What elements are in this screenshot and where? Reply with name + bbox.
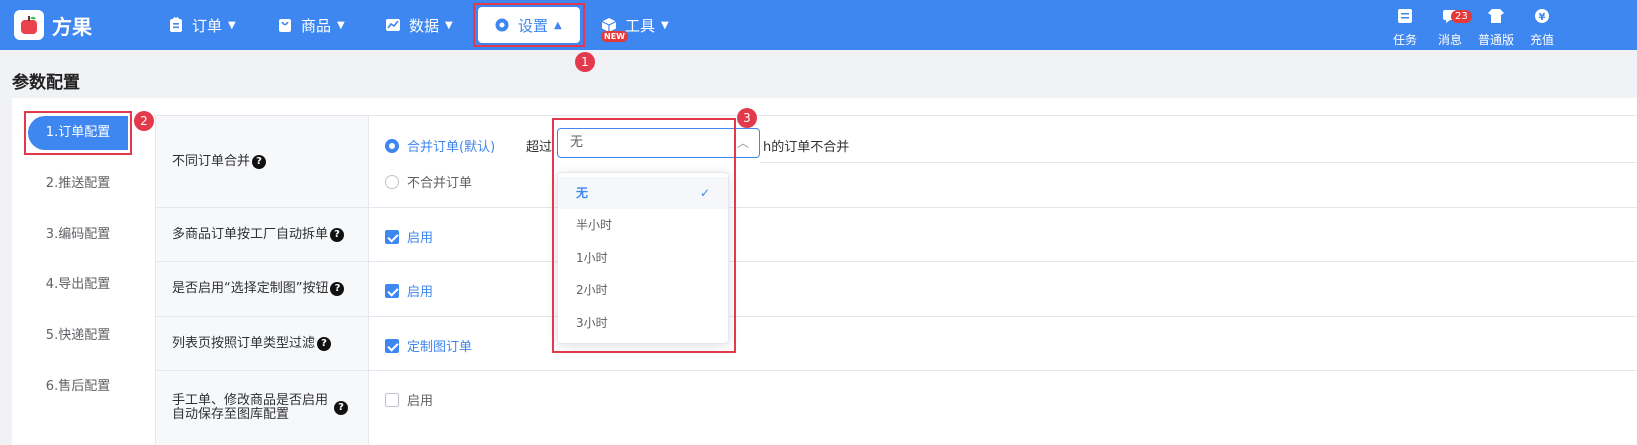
- checkbox-custom-image-button-label: 启用: [407, 285, 434, 300]
- caret-down-icon: ▼: [661, 19, 669, 31]
- sidebar-item-export-config[interactable]: 4.导出配置: [28, 268, 128, 302]
- checkbox-autosave[interactable]: 启用: [385, 390, 433, 409]
- merge-suffix-text: h的订单不合并: [763, 140, 850, 155]
- radio-no-merge[interactable]: 不合并订单: [385, 172, 472, 191]
- label-autosave-line1: 手工单、修改商品是否启用: [172, 393, 329, 408]
- radio-unchecked-icon: [385, 174, 399, 189]
- tool-recharge-label: 充值: [1529, 33, 1554, 47]
- nav-orders[interactable]: 订单 ▼: [168, 7, 236, 43]
- annotation-badge-1: 1: [575, 52, 595, 72]
- nav-tools-label: 工具: [625, 16, 656, 35]
- annotation-badge-2: 2: [134, 111, 154, 131]
- logo-icon: [14, 10, 44, 40]
- label-custom-image-button: 是否启用“选择定制图”按钮?: [155, 262, 369, 316]
- nav-products-label: 商品: [301, 16, 332, 35]
- chart-icon: [386, 19, 400, 31]
- caret-down-icon: ▼: [228, 19, 236, 31]
- sidebar-item-express-config[interactable]: 5.快递配置: [28, 319, 128, 353]
- checkbox-auto-split-label: 启用: [407, 231, 434, 246]
- tool-tasks[interactable]: 任务: [1385, 8, 1425, 48]
- nav-products[interactable]: 商品 ▼: [277, 7, 345, 43]
- tool-messages[interactable]: 23 消息: [1430, 8, 1472, 48]
- sidebar-item-code-config[interactable]: 3.编码配置: [28, 218, 128, 252]
- annotation-frame-1: [473, 3, 585, 47]
- app-name: 方果: [52, 14, 92, 39]
- nav-tools[interactable]: 工具 ▼ NEW: [601, 7, 669, 43]
- radio-no-merge-label: 不合并订单: [407, 176, 473, 191]
- help-icon[interactable]: ?: [330, 282, 345, 296]
- row-autosave: 手工单、修改商品是否启用 自动保存至图库配置 ? 启用: [155, 370, 1637, 445]
- yuan-icon: ¥: [1535, 9, 1549, 23]
- logo[interactable]: 方果: [14, 10, 92, 40]
- nav-data[interactable]: 数据 ▼: [385, 7, 453, 43]
- checkbox-autosave-label: 启用: [407, 394, 434, 409]
- tasks-icon: [1398, 9, 1412, 23]
- page-title: 参数配置: [12, 73, 80, 93]
- checkbox-custom-image-button[interactable]: 启用: [385, 281, 433, 300]
- label-autosave-line2: 自动保存至图库配置: [172, 407, 290, 422]
- sidebar-item-aftersale-config[interactable]: 6.售后配置: [28, 370, 128, 404]
- chevron-up-icon: ︿: [736, 136, 749, 150]
- tool-messages-label: 消息: [1437, 33, 1462, 47]
- top-navbar: 方果 订单 ▼ 商品 ▼ 数据 ▼ 设置 ▲ 工具 ▼ NEW 任务 23 消息…: [0, 0, 1637, 50]
- checkbox-checked-icon: [385, 338, 399, 353]
- message-count-badge: 23: [1451, 10, 1472, 23]
- checkbox-type-filter[interactable]: 定制图订单: [385, 336, 472, 355]
- row-auto-split: 多商品订单按工厂自动拆单? 启用: [155, 207, 1637, 261]
- checkbox-auto-split[interactable]: 启用: [385, 227, 433, 246]
- help-icon[interactable]: ?: [317, 336, 332, 351]
- row-custom-image-button: 是否启用“选择定制图”按钮? 启用: [155, 261, 1637, 316]
- label-order-merge: 不同订单合并?: [155, 116, 369, 207]
- row-type-filter: 列表页按照订单类型过滤? 定制图订单: [155, 316, 1637, 370]
- shirt-icon: [1488, 9, 1504, 23]
- label-type-filter: 列表页按照订单类型过滤?: [155, 317, 369, 370]
- label-auto-split: 多商品订单按工厂自动拆单?: [155, 208, 369, 261]
- tool-edition[interactable]: 普通版: [1476, 8, 1516, 48]
- checkbox-type-filter-label: 定制图订单: [407, 340, 473, 355]
- radio-merge-label: 合并订单(默认): [407, 140, 496, 155]
- checkbox-checked-icon: [385, 283, 399, 298]
- checkbox-unchecked-icon: [385, 392, 399, 407]
- nav-orders-label: 订单: [192, 16, 223, 35]
- row-divider: [760, 162, 1637, 163]
- bag-icon: [279, 19, 291, 32]
- caret-down-icon: ▼: [445, 19, 453, 31]
- radio-merge[interactable]: 合并订单(默认): [385, 136, 495, 155]
- merge-prefix-text: 超过: [526, 140, 553, 155]
- clipboard-icon: [170, 17, 182, 32]
- caret-down-icon: ▼: [337, 19, 345, 31]
- help-icon[interactable]: ?: [252, 154, 267, 169]
- help-icon[interactable]: ?: [334, 401, 349, 415]
- tool-edition-label: 普通版: [1477, 33, 1514, 47]
- svg-text:¥: ¥: [1539, 12, 1546, 23]
- label-autosave: 手工单、修改商品是否启用 自动保存至图库配置 ?: [155, 371, 369, 445]
- tool-tasks-label: 任务: [1392, 33, 1417, 47]
- annotation-badge-3: 3: [737, 108, 757, 128]
- checkbox-checked-icon: [385, 229, 399, 244]
- sidebar-item-push-config[interactable]: 2.推送配置: [28, 167, 128, 201]
- nav-data-label: 数据: [409, 16, 440, 35]
- radio-checked-icon: [385, 138, 399, 153]
- row-order-merge: 不同订单合并? 合并订单(默认) 超过 h的订单不合并 不合并订单: [155, 115, 1637, 207]
- tool-recharge[interactable]: ¥ 充值: [1522, 8, 1562, 48]
- new-badge: NEW: [601, 31, 628, 42]
- annotation-frame-2: [24, 111, 132, 155]
- annotation-frame-3: [552, 118, 736, 353]
- help-icon[interactable]: ?: [330, 227, 345, 242]
